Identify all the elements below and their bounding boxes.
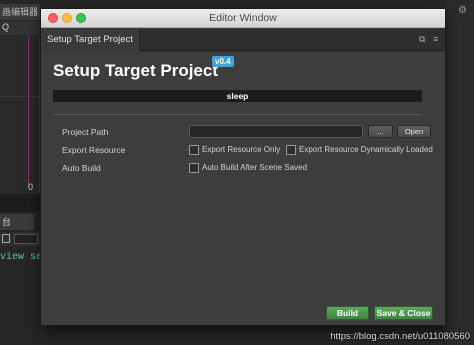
version-badge: v0.4 xyxy=(212,56,234,67)
save-close-button[interactable]: Save & Close xyxy=(374,306,433,320)
export-only-label: Export Resource Only xyxy=(202,145,281,154)
setup-panel: Setup Target Project v0.4 sleep Project … xyxy=(41,52,445,325)
export-dynamic-checkbox[interactable] xyxy=(286,145,296,155)
tab-bar: Setup Target Project ⧉ ≡ xyxy=(41,29,445,51)
animation-editor-panel-title: 画编辑器 xyxy=(0,4,40,20)
status-bar: sleep xyxy=(53,90,422,102)
inspector-strip: ⚙ xyxy=(446,0,474,345)
auto-build-label: Auto Build xyxy=(62,163,101,173)
console-filter-input[interactable] xyxy=(14,234,38,244)
build-button[interactable]: Build xyxy=(326,306,369,320)
export-only-checkbox[interactable] xyxy=(189,145,199,155)
timeline-graph: 0 xyxy=(0,36,40,194)
divider xyxy=(53,114,422,115)
project-path-label: Project Path xyxy=(62,127,109,137)
tab-setup-target-project[interactable]: Setup Target Project xyxy=(41,29,140,51)
browse-button[interactable]: ... xyxy=(368,125,393,138)
console-tab[interactable]: 台 xyxy=(0,214,34,230)
export-resource-label: Export Resource xyxy=(62,145,126,155)
editor-window: Editor Window Setup Target Project ⧉ ≡ S… xyxy=(40,8,446,326)
window-title: Editor Window xyxy=(209,12,277,24)
console-toolbar xyxy=(0,232,40,246)
search-icon[interactable]: Q xyxy=(2,22,9,32)
clear-console-icon[interactable] xyxy=(2,234,10,243)
timeline-playhead xyxy=(28,36,29,186)
export-dynamic-label: Export Resource Dynamically Loaded xyxy=(299,145,433,154)
open-button[interactable]: Open xyxy=(397,125,431,138)
watermark: https://blog.csdn.net/u011080560 xyxy=(330,331,470,342)
auto-build-after-save-checkbox[interactable] xyxy=(189,163,199,173)
window-titlebar[interactable]: Editor Window xyxy=(41,9,445,28)
settings-icon[interactable]: ⚙ xyxy=(458,5,467,16)
project-path-input[interactable] xyxy=(189,125,363,138)
auto-build-after-save-label: Auto Build After Scene Saved xyxy=(202,163,307,172)
panel-separator xyxy=(0,194,40,212)
page-title: Setup Target Project xyxy=(53,61,218,80)
graph-gridline xyxy=(0,96,40,97)
menu-icon[interactable]: ≡ xyxy=(433,34,438,44)
background-toolbar: Q xyxy=(0,21,40,35)
popout-icon[interactable]: ⧉ xyxy=(419,34,425,45)
graph-zero-label: 0 xyxy=(28,182,34,192)
